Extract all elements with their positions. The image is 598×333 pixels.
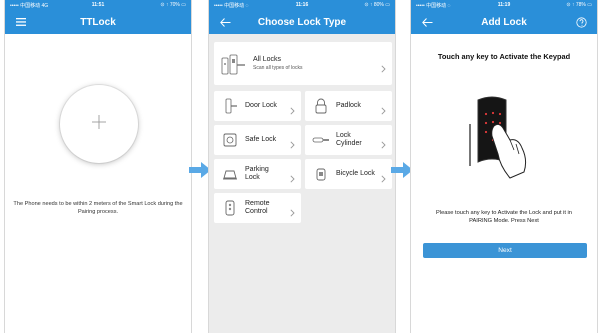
card-label: Padlock xyxy=(336,101,361,109)
chevron-right-icon xyxy=(381,136,386,154)
card-label: Safe Lock xyxy=(245,135,277,143)
lock-cylinder-icon xyxy=(312,131,330,149)
bicycle-lock-icon xyxy=(312,165,330,183)
carrier-signal: ••••• 中国移动 ◌ xyxy=(214,2,249,9)
status-time: 11:19 xyxy=(497,2,511,8)
lock-type-bicycle-lock[interactable]: Bicycle Lock xyxy=(305,159,392,189)
status-bar: ••••• 中国移动 ◌ 11:19 ⊙ ↑ 78% ▭ xyxy=(411,0,597,10)
chevron-right-icon xyxy=(290,170,295,188)
padlock-icon xyxy=(312,97,330,115)
plus-icon xyxy=(91,114,107,135)
battery-status: ⊙ ↑ 80% ▭ xyxy=(364,2,390,8)
card-label: Door Lock xyxy=(245,101,277,109)
card-label: Parking Lock xyxy=(245,165,269,181)
lock-type-safe-lock[interactable]: Safe Lock xyxy=(214,125,301,155)
chevron-right-icon xyxy=(290,136,295,154)
battery-status: ⊙ ↑ 70% ▭ xyxy=(160,2,186,8)
nav-bar: TTLock xyxy=(5,10,191,34)
chevron-right-icon xyxy=(381,60,386,78)
activate-heading: Touch any key to Activate the Keypad xyxy=(437,52,571,61)
next-button[interactable]: Next xyxy=(423,243,587,258)
parking-lock-icon xyxy=(221,165,239,183)
back-arrow-icon[interactable] xyxy=(217,14,233,30)
lock-type-door-lock[interactable]: Door Lock xyxy=(214,91,301,121)
carrier-signal: ••••• 中国移动 4G xyxy=(10,2,49,9)
door-lock-icon xyxy=(221,97,239,115)
remote-control-icon xyxy=(221,199,239,217)
page-title: Choose Lock Type xyxy=(257,16,347,28)
screen-ttlock-home: ••••• 中国移动 4G 11:51 ⊙ ↑ 70% ▭ TTLock The… xyxy=(4,0,192,333)
chevron-right-icon xyxy=(290,102,295,120)
page-title: TTLock xyxy=(80,16,116,28)
add-lock-button[interactable] xyxy=(60,85,138,163)
page-title: Add Lock xyxy=(481,16,527,28)
card-label: Remote Control xyxy=(245,199,270,215)
menu-icon[interactable] xyxy=(13,14,29,30)
chevron-right-icon xyxy=(290,204,295,222)
back-arrow-icon[interactable] xyxy=(419,14,435,30)
status-bar: ••••• 中国移动 ◌ 11:16 ⊙ ↑ 80% ▭ xyxy=(209,0,395,10)
lock-type-all-locks[interactable]: All Locks Scan all types of locks xyxy=(214,42,392,85)
status-bar: ••••• 中国移动 4G 11:51 ⊙ ↑ 70% ▭ xyxy=(5,0,191,10)
all-locks-icon xyxy=(221,51,247,77)
screen-choose-lock-type: ••••• 中国移动 ◌ 11:16 ⊙ ↑ 80% ▭ Choose Lock… xyxy=(208,0,396,333)
screen-add-lock: ••••• 中国移动 ◌ 11:19 ⊙ ↑ 78% ▭ Add Lock To… xyxy=(410,0,598,333)
lock-type-padlock[interactable]: Padlock xyxy=(305,91,392,121)
pairing-note: The Phone needs to be within 2 meters of… xyxy=(13,201,183,215)
card-label: Lock Cylinder xyxy=(336,131,362,147)
nav-bar: Choose Lock Type xyxy=(209,10,395,34)
carrier-signal: ••••• 中国移动 ◌ xyxy=(416,2,451,9)
chevron-right-icon xyxy=(381,102,386,120)
safe-lock-icon xyxy=(221,131,239,149)
keypad-illustration xyxy=(466,92,544,182)
nav-bar: Add Lock xyxy=(411,10,597,34)
pairing-instruction: Please touch any key to Activate the Loc… xyxy=(436,210,572,224)
lock-type-lock-cylinder[interactable]: Lock Cylinder xyxy=(305,125,392,155)
card-label: All Locks xyxy=(253,55,282,63)
status-time: 11:51 xyxy=(91,2,105,8)
card-subtitle: Scan all types of locks xyxy=(253,65,303,72)
lock-type-parking-lock[interactable]: Parking Lock xyxy=(214,159,301,189)
help-icon[interactable] xyxy=(573,14,589,30)
lock-type-remote-control[interactable]: Remote Control xyxy=(214,193,301,223)
battery-status: ⊙ ↑ 78% ▭ xyxy=(566,2,592,8)
status-time: 11:16 xyxy=(295,2,309,8)
chevron-right-icon xyxy=(381,170,386,188)
card-label: Bicycle Lock xyxy=(336,169,375,177)
